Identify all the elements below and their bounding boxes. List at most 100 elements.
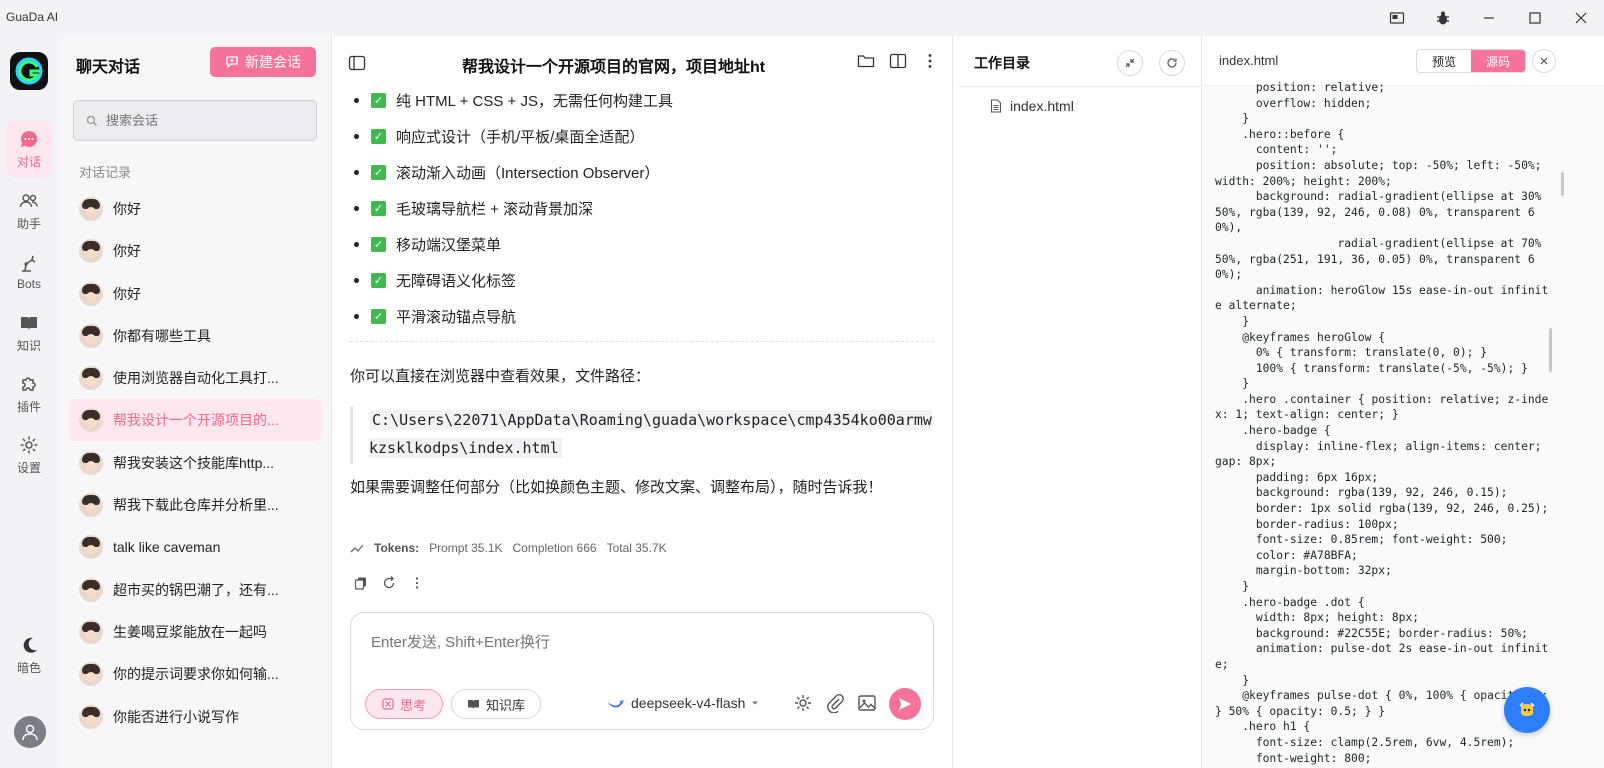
conversation-item[interactable]: 帮我安装这个技能库http...: [69, 442, 321, 484]
conversation-item[interactable]: 帮我下载此仓库并分析里...: [69, 484, 321, 526]
conversation-title: 帮我下载此仓库并分析里...: [113, 497, 279, 514]
think-icon: [382, 698, 394, 710]
more-vertical-icon[interactable]: [921, 52, 939, 70]
close-code-view-button[interactable]: [1532, 49, 1556, 73]
history-label: 对话记录: [79, 165, 132, 180]
message-input[interactable]: [371, 631, 911, 661]
new-chat-button[interactable]: 新建会话: [210, 47, 316, 77]
bullet: [354, 313, 359, 319]
rail-label: 对话: [16, 154, 41, 169]
message-divider: [350, 341, 934, 342]
feature-text: 纯 HTML + CSS + JS，无需任何构建工具: [396, 92, 673, 110]
search-input[interactable]: [106, 113, 306, 128]
conversation-item[interactable]: 超市买的锅巴潮了，还有...: [69, 569, 321, 611]
checkmark-icon: ✓: [371, 128, 386, 144]
bullet: [354, 205, 359, 211]
minimize-button[interactable]: [1466, 0, 1512, 36]
maximize-button[interactable]: [1512, 0, 1558, 36]
copy-icon[interactable]: [354, 576, 368, 590]
more-vertical-icon[interactable]: [410, 576, 424, 590]
mascot-icon: [1519, 702, 1535, 716]
chat-panel: 帮我设计一个开源项目的官网，项目地址ht ✓ 纯 HTML + CSS + JS，…: [332, 36, 953, 768]
rail-label: 助手: [16, 216, 41, 231]
sidebar-title: 聊天对话: [76, 59, 141, 76]
conversation-title: 帮我设计一个开源项目的...: [113, 412, 279, 429]
refresh-button[interactable]: [1159, 50, 1185, 76]
bug-icon: [1437, 11, 1449, 25]
paperclip-icon[interactable]: [825, 693, 845, 713]
image-icon[interactable]: [857, 693, 877, 713]
list-item: ✓ 纯 HTML + CSS + JS，无需任何构建工具: [354, 82, 673, 118]
conversation-item[interactable]: 使用浏览器自动化工具打...: [69, 357, 321, 399]
conversation-item-active[interactable]: 帮我设计一个开源项目的...: [69, 399, 321, 442]
scrollbar-thumb[interactable]: [1561, 172, 1564, 196]
feature-text: 滚动渐入动画（Intersection Observer）: [396, 164, 660, 182]
assistant-fab[interactable]: [1504, 687, 1550, 733]
conversation-title: 帮我安装这个技能库http...: [113, 454, 275, 471]
source-code: position: relative; overflow: hidden; } …: [1215, 81, 1549, 768]
rail-item-knowledge[interactable]: 知识: [6, 304, 52, 362]
conversation-item[interactable]: 你能否进行小说写作: [69, 696, 321, 738]
pip-button[interactable]: [1374, 0, 1420, 36]
think-toggle[interactable]: 思考: [365, 689, 443, 719]
kb-label: 知识库: [485, 697, 525, 713]
close-window-button[interactable]: [1558, 0, 1604, 36]
preview-tab[interactable]: 预览: [1417, 50, 1471, 72]
file-path-code: C:\Users\22071\AppData\Roaming\guada\wor…: [369, 410, 932, 458]
checkmark-icon: ✓: [371, 92, 386, 108]
token-usage: Tokens: Prompt 35.1K Completion 666 Tota…: [350, 541, 667, 555]
rail-item-plugins[interactable]: 插件: [6, 365, 52, 423]
source-tab[interactable]: 源码: [1471, 50, 1525, 72]
search-icon: [86, 115, 97, 126]
file-path-block: C:\Users\22071\AppData\Roaming\guada\wor…: [350, 406, 934, 464]
debug-button[interactable]: [1420, 0, 1466, 36]
sidebar-toggle-icon[interactable]: [348, 54, 366, 72]
checkmark-icon: ✓: [371, 200, 386, 216]
send-icon: [899, 698, 911, 710]
trend-icon: [350, 544, 364, 553]
conversation-item[interactable]: 你好: [69, 188, 321, 230]
checkmark-icon: ✓: [371, 164, 386, 180]
list-item: ✓ 响应式设计（手机/平板/桌面全适配）: [354, 118, 673, 154]
split-view-icon[interactable]: [889, 52, 907, 70]
conversation-item[interactable]: 你的提示词要求你如何输...: [69, 653, 321, 695]
rail-item-assistant[interactable]: 助手: [6, 182, 52, 240]
knowledge-base-toggle[interactable]: 知识库: [451, 689, 541, 719]
folder-icon[interactable]: [857, 52, 875, 70]
view-mode-toggle: 预览 源码: [1416, 49, 1526, 73]
rail-item-bots[interactable]: Bots: [6, 243, 52, 301]
conversation-item[interactable]: 你好: [69, 230, 321, 272]
conversation-item[interactable]: 你都有哪些工具: [69, 315, 321, 357]
conversation-title: 你好: [113, 201, 141, 217]
regenerate-icon[interactable]: [382, 576, 396, 590]
close-icon: [1575, 12, 1587, 24]
send-button[interactable]: [889, 688, 921, 720]
scrollbar-thumb[interactable]: [1549, 328, 1552, 372]
file-item[interactable]: index.html: [990, 98, 1074, 114]
chevron-down-icon: [752, 701, 759, 705]
rail-item-chat[interactable]: 对话: [6, 120, 52, 178]
conversation-item[interactable]: talk like caveman: [69, 526, 321, 568]
model-selector[interactable]: deepseek-v4-flash: [607, 695, 759, 711]
conversation-item[interactable]: 生姜喝豆浆能放在一起吗: [69, 611, 321, 653]
message-composer: 思考 知识库 deepseek-v4-flash: [350, 612, 934, 730]
icon-rail: 对话 助手 Bots 知识 插件 设置 暗色: [0, 36, 60, 768]
list-item: ✓ 移动端汉堡菜单: [354, 226, 673, 262]
search-box[interactable]: [73, 100, 317, 141]
conversation-item[interactable]: 你好: [69, 273, 321, 315]
gear-icon[interactable]: [793, 693, 813, 713]
list-item: ✓ 平滑滚动锚点导航: [354, 298, 673, 334]
conversation-title: 你好: [113, 285, 141, 302]
feature-list: ✓ 纯 HTML + CSS + JS，无需任何构建工具 ✓ 响应式设计（手机/平板…: [354, 82, 673, 334]
rail-item-settings[interactable]: 设置: [6, 426, 52, 484]
model-name: deepseek-v4-flash: [631, 695, 746, 711]
rail-label: 设置: [16, 460, 41, 475]
picture-in-picture-icon: [1389, 12, 1405, 24]
rail-label: 知识: [16, 338, 41, 353]
code-view-panel: index.html 预览 源码 position: relative; ove…: [1203, 36, 1604, 768]
theme-toggle[interactable]: 暗色: [6, 626, 52, 684]
collapse-button[interactable]: [1117, 50, 1143, 76]
app-logo: [10, 52, 48, 90]
user-avatar[interactable]: [14, 716, 46, 748]
assistant-avatar: [79, 366, 103, 391]
